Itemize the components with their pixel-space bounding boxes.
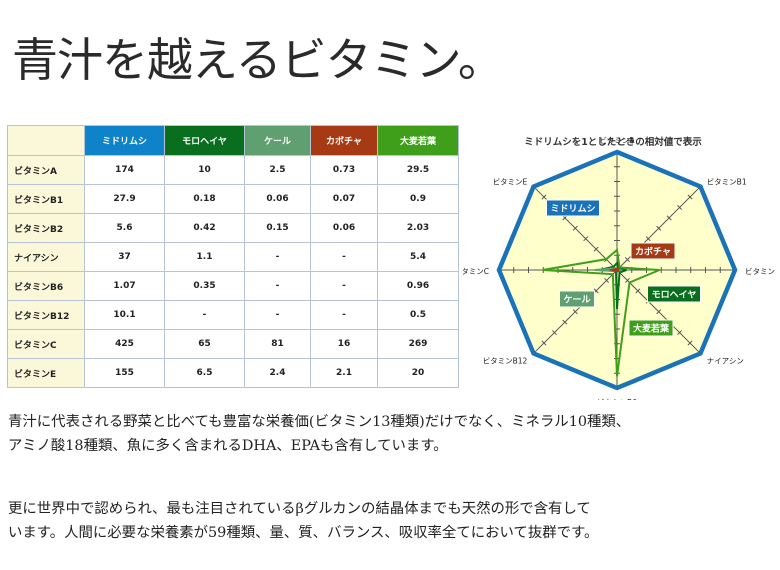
table-row: ビタミンC 425 65 81 16 269 [7,329,459,359]
table-row: ビタミンB6 1.07 0.35 - - 0.96 [7,271,459,301]
axis-label: ナイアシン [707,357,744,366]
table-cell: 5.4 [377,242,459,272]
radar-chart-svg: ミドリムシを1としたときの相対値で表示ビタミンAビタミンB1ビタミンB2ナイアシ… [463,136,775,400]
table-cell: 29.5 [377,155,459,185]
table-cell: 16 [310,329,378,359]
axis-label: ビタミンB12 [483,357,528,366]
table-cell: 0.73 [310,155,378,185]
axis-label: ビタミンB6 [597,398,637,400]
table-cell: 37 [84,242,165,272]
table-cell: 2.5 [244,155,311,185]
axis-label: ビタミンE [493,177,528,186]
column-header: モロヘイヤ [164,125,245,156]
series-callout-label: ケール [563,295,590,306]
row-header: ビタミンB12 [7,300,85,330]
table-cell: 2.1 [310,358,378,388]
series-callout-label: 大麦若葉 [633,323,670,335]
table-cell: - [164,300,245,330]
table-cell: 0.96 [377,271,459,301]
table-cell: 0.18 [164,184,245,214]
table-cell: - [310,242,378,272]
column-header: カボチャ [310,125,378,156]
table-cell: 10 [164,155,245,185]
series-callout-label: モロヘイヤ [652,290,697,301]
table-cell: 0.06 [310,213,378,243]
table-cell: - [310,271,378,301]
column-header: ミドリムシ [84,125,165,156]
paragraph-line: 更に世界中で認められ、最も注目されているβグルカンの結晶体までも天然の形で含有し… [8,501,591,517]
table-row: ビタミンE 155 6.5 2.4 2.1 20 [7,358,459,388]
paragraph-line: います。人間に必要な栄養素が59種類、量、質、バランス、吸収率全てにおいて抜群で… [8,525,599,541]
row-header: ビタミンC [7,329,85,359]
column-header: 大麦若葉 [377,125,459,156]
table-row: ビタミンB1 27.9 0.18 0.06 0.07 0.9 [7,184,459,214]
table-cell: 65 [164,329,245,359]
table-cell: 0.9 [377,184,459,214]
table-row: ビタミンB2 5.6 0.42 0.15 0.06 2.03 [7,213,459,243]
row-header: ナイアシン [7,242,85,272]
page-headline: 青汁を越えるビタミン。 [12,33,504,87]
paragraph-line: 青汁に代表される野菜と比べても豊富な栄養価(ビタミン13種類)だけでなく、ミネラ… [8,414,631,430]
row-header: ビタミンA [7,155,85,185]
table-cell: 0.42 [164,213,245,243]
table-cell: 174 [84,155,165,185]
axis-label: ビタミンB1 [707,177,747,186]
axis-label: ビタミンC [463,267,489,276]
radar-chart: ミドリムシを1としたときの相対値で表示ビタミンAビタミンB1ビタミンB2ナイアシ… [463,130,775,400]
series-callout-label: ミドリムシ [550,204,595,215]
table-cell: 81 [244,329,311,359]
table-cell: 1.07 [84,271,165,301]
table-cell: 20 [377,358,459,388]
table-cell: 5.6 [84,213,165,243]
table-cell: 6.5 [164,358,245,388]
table-cell: 1.1 [164,242,245,272]
table-cell: 0.35 [164,271,245,301]
table-cell: 0.5 [377,300,459,330]
beta-glucan-paragraph: 更に世界中で認められ、最も注目されているβグルカンの結晶体までも天然の形で含有し… [8,497,778,545]
table-row: ビタミンB12 10.1 - - - 0.5 [7,300,459,330]
paragraph-line: アミノ酸18種類、魚に多く含まれるDHA、EPAも含有しています。 [8,438,448,454]
table-cell: 0.06 [244,184,311,214]
table-cell: - [244,242,311,272]
row-header: ビタミンB1 [7,184,85,214]
column-header: ケール [244,125,311,156]
table-row: ビタミンA 174 10 2.5 0.73 29.5 [7,155,459,185]
table-cell: 0.15 [244,213,311,243]
series-callout-label: カボチャ [635,246,671,258]
table-cell: - [310,300,378,330]
table-cell: 425 [84,329,165,359]
vitamin-table: ミドリムシ モロヘイヤ ケール カボチャ 大麦若葉 ビタミンA 174 10 2… [7,125,459,388]
table-cell: 0.07 [310,184,378,214]
table-cell: 269 [377,329,459,359]
axis-label: ビタミンB2 [745,267,775,276]
table-cell: 2.03 [377,213,459,243]
table-row: ナイアシン 37 1.1 - - 5.4 [7,242,459,272]
table-cell: 155 [84,358,165,388]
row-header: ビタミンB6 [7,271,85,301]
table-cell: 2.4 [244,358,311,388]
intro-paragraph: 青汁に代表される野菜と比べても豊富な栄養価(ビタミン13種類)だけでなく、ミネラ… [8,410,778,458]
axis-label: ビタミンA [599,136,635,145]
table-cell: 10.1 [84,300,165,330]
table-cell: 27.9 [84,184,165,214]
row-header: ビタミンB2 [7,213,85,243]
series-line [608,267,620,273]
table-corner-cell [7,125,85,156]
table-cell: - [244,271,311,301]
table-cell: - [244,300,311,330]
table-header-row: ミドリムシ モロヘイヤ ケール カボチャ 大麦若葉 [7,125,459,156]
row-header: ビタミンE [7,358,85,388]
